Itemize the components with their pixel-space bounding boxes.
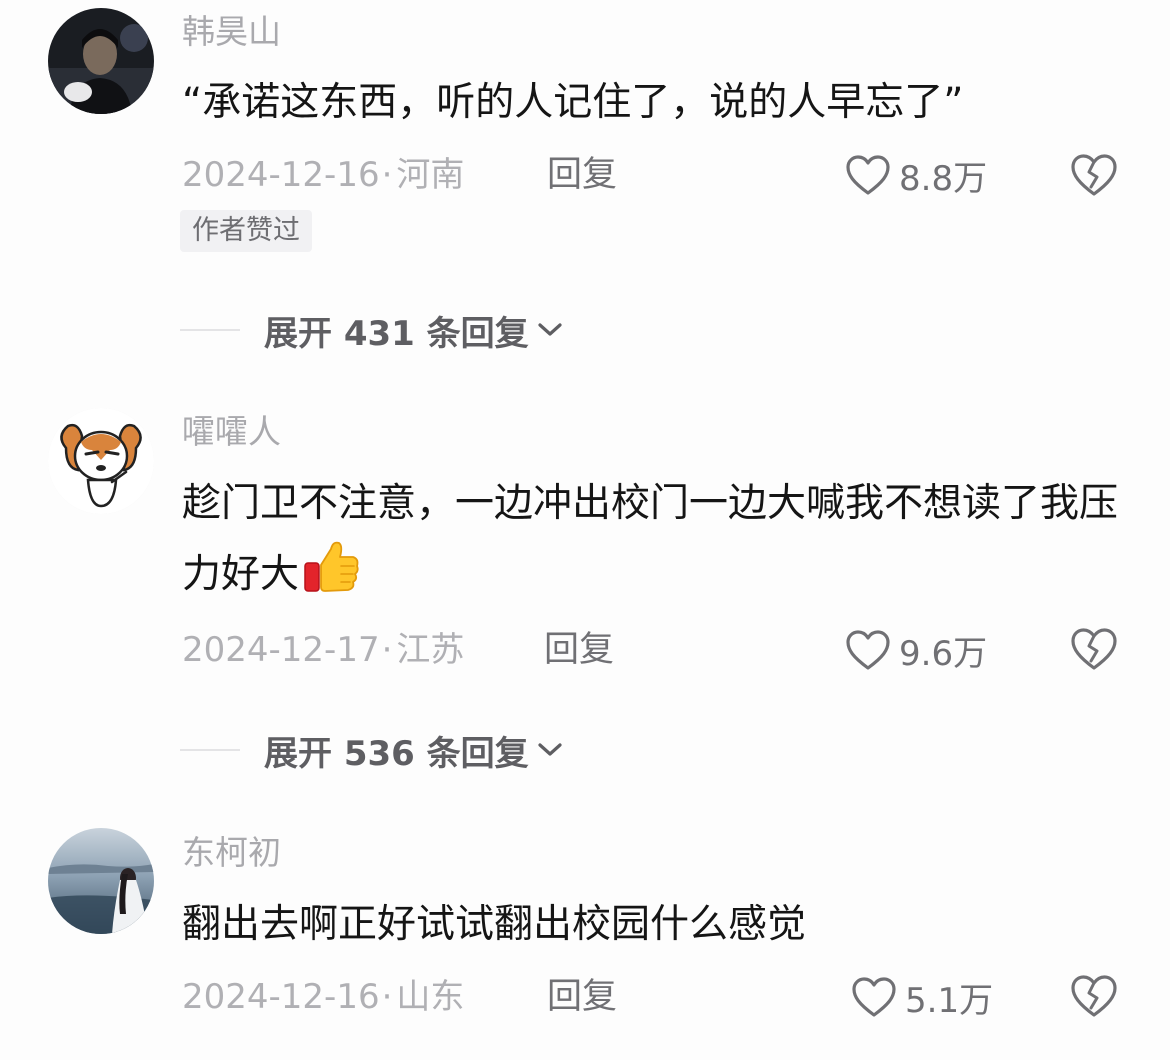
- reply-button[interactable]: 回复: [544, 630, 614, 670]
- reply-button[interactable]: 回复: [547, 155, 617, 195]
- avatar[interactable]: [48, 828, 154, 934]
- like-count: 5.1万: [905, 980, 994, 1021]
- like-button[interactable]: 8.8万: [845, 153, 988, 199]
- username[interactable]: 韩昊山: [182, 12, 281, 52]
- comment-text: 翻出去啊正好试试翻出校园什么感觉: [182, 902, 807, 947]
- chevron-down-icon: [538, 743, 562, 756]
- like-count: 8.8万: [899, 158, 988, 199]
- comment-date: 2024-12-16: [182, 977, 380, 1017]
- comment-location: 江苏: [396, 630, 465, 670]
- comment-date-location: 2024-12-17· 江苏: [182, 630, 465, 670]
- thumbs-up-emoji: [304, 541, 359, 592]
- comment-location: 山东: [396, 977, 465, 1017]
- comment-date-location: 2024-12-16· 山东: [182, 977, 465, 1017]
- comment-text: “承诺这东西，听的人记住了，说的人早忘了”: [182, 80, 964, 125]
- dislike-button[interactable]: [1070, 974, 1118, 1018]
- broken-heart-icon: [1071, 975, 1117, 1017]
- expand-replies-label: 展开 536 条回复: [264, 733, 529, 774]
- heart-outline-icon: [852, 977, 896, 1017]
- comment-date: 2024-12-17: [182, 630, 380, 670]
- divider-line: [180, 749, 240, 751]
- heart-outline-icon: [846, 155, 890, 195]
- divider-line: [180, 329, 240, 331]
- chevron-down-icon: [538, 323, 562, 336]
- username[interactable]: 嚯嚯人: [182, 412, 281, 452]
- expand-replies-button[interactable]: 展开 431 条回复: [180, 308, 563, 354]
- avatar[interactable]: [48, 8, 154, 114]
- expand-replies-button[interactable]: 展开 536 条回复: [180, 728, 563, 774]
- like-button[interactable]: 9.6万: [845, 628, 988, 674]
- reply-button[interactable]: 回复: [547, 977, 617, 1017]
- dislike-button[interactable]: [1070, 627, 1118, 671]
- username[interactable]: 东柯初: [182, 833, 281, 873]
- comment-date: 2024-12-16: [182, 155, 380, 195]
- comment-location: 河南: [396, 155, 465, 195]
- like-button[interactable]: 5.1万: [851, 975, 994, 1021]
- comment-text: 趁门卫不注意，一边冲出校门一边大喊我不想读了我压力好大: [182, 471, 1122, 608]
- avatar[interactable]: [48, 408, 154, 514]
- broken-heart-icon: [1071, 628, 1117, 670]
- heart-outline-icon: [846, 630, 890, 670]
- expand-replies-label: 展开 431 条回复: [264, 313, 529, 354]
- dislike-button[interactable]: [1070, 153, 1118, 197]
- broken-heart-icon: [1071, 154, 1117, 196]
- author-liked-badge: 作者赞过: [180, 210, 312, 252]
- like-count: 9.6万: [899, 633, 988, 674]
- comment-date-location: 2024-12-16· 河南: [182, 155, 465, 195]
